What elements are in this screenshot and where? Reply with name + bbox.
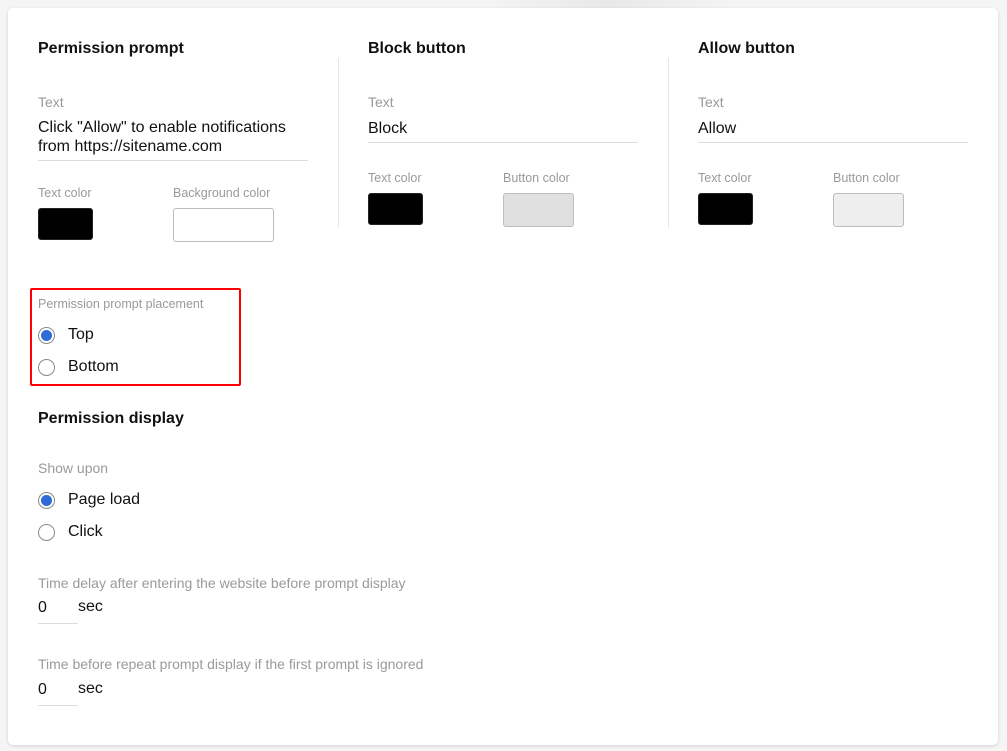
- column-divider: [668, 58, 669, 228]
- prompt-text-input[interactable]: Click "Allow" to enable notifications fr…: [38, 118, 308, 161]
- allow-button-title: Allow button: [698, 40, 795, 57]
- block-button-title: Block button: [368, 40, 466, 57]
- placement-option-bottom[interactable]: Bottom: [38, 358, 119, 376]
- allow-button-color-label: Button color: [833, 171, 900, 185]
- placement-option-label: Top: [68, 326, 94, 343]
- show-upon-option-label: Page load: [68, 491, 141, 508]
- repeat-unit: sec: [78, 680, 103, 697]
- allow-button-color-swatch[interactable]: [833, 193, 904, 227]
- radio-unchecked-icon[interactable]: [38, 358, 55, 376]
- block-text-color-swatch[interactable]: [368, 193, 423, 225]
- show-upon-option-page-load[interactable]: Page load: [38, 491, 140, 509]
- allow-text-input[interactable]: Allow: [698, 119, 968, 143]
- permission-display-title: Permission display: [38, 410, 184, 427]
- allow-text-label: Text: [698, 94, 724, 110]
- block-text-color-label: Text color: [368, 171, 422, 185]
- placement-label: Permission prompt placement: [38, 297, 204, 311]
- top-shadow: [480, 0, 740, 8]
- delay-label: Time delay after entering the website be…: [38, 575, 406, 591]
- block-button-color-swatch[interactable]: [503, 193, 574, 227]
- show-upon-option-click[interactable]: Click: [38, 523, 103, 541]
- allow-text-color-swatch[interactable]: [698, 193, 753, 225]
- block-button-color-label: Button color: [503, 171, 570, 185]
- permission-prompt-title: Permission prompt: [38, 40, 184, 57]
- prompt-text-color-swatch[interactable]: [38, 208, 93, 240]
- block-text-label: Text: [368, 94, 394, 110]
- delay-input[interactable]: 0: [38, 599, 78, 624]
- delay-unit: sec: [78, 598, 103, 615]
- column-divider: [338, 58, 339, 228]
- prompt-text-label: Text: [38, 94, 64, 110]
- settings-card: Permission prompt Text Click "Allow" to …: [8, 8, 998, 745]
- block-text-input[interactable]: Block: [368, 119, 638, 143]
- prompt-text-color-label: Text color: [38, 186, 92, 200]
- repeat-input[interactable]: 0: [38, 681, 78, 706]
- repeat-label: Time before repeat prompt display if the…: [38, 656, 424, 672]
- radio-unchecked-icon[interactable]: [38, 523, 55, 541]
- radio-checked-icon[interactable]: [38, 491, 55, 509]
- show-upon-option-label: Click: [68, 523, 103, 540]
- placement-option-top[interactable]: Top: [38, 326, 94, 344]
- show-upon-label: Show upon: [38, 460, 109, 476]
- allow-text-color-label: Text color: [698, 171, 752, 185]
- prompt-background-color-label: Background color: [173, 186, 271, 200]
- prompt-background-color-swatch[interactable]: [173, 208, 274, 242]
- placement-option-label: Bottom: [68, 358, 119, 375]
- radio-checked-icon[interactable]: [38, 326, 55, 344]
